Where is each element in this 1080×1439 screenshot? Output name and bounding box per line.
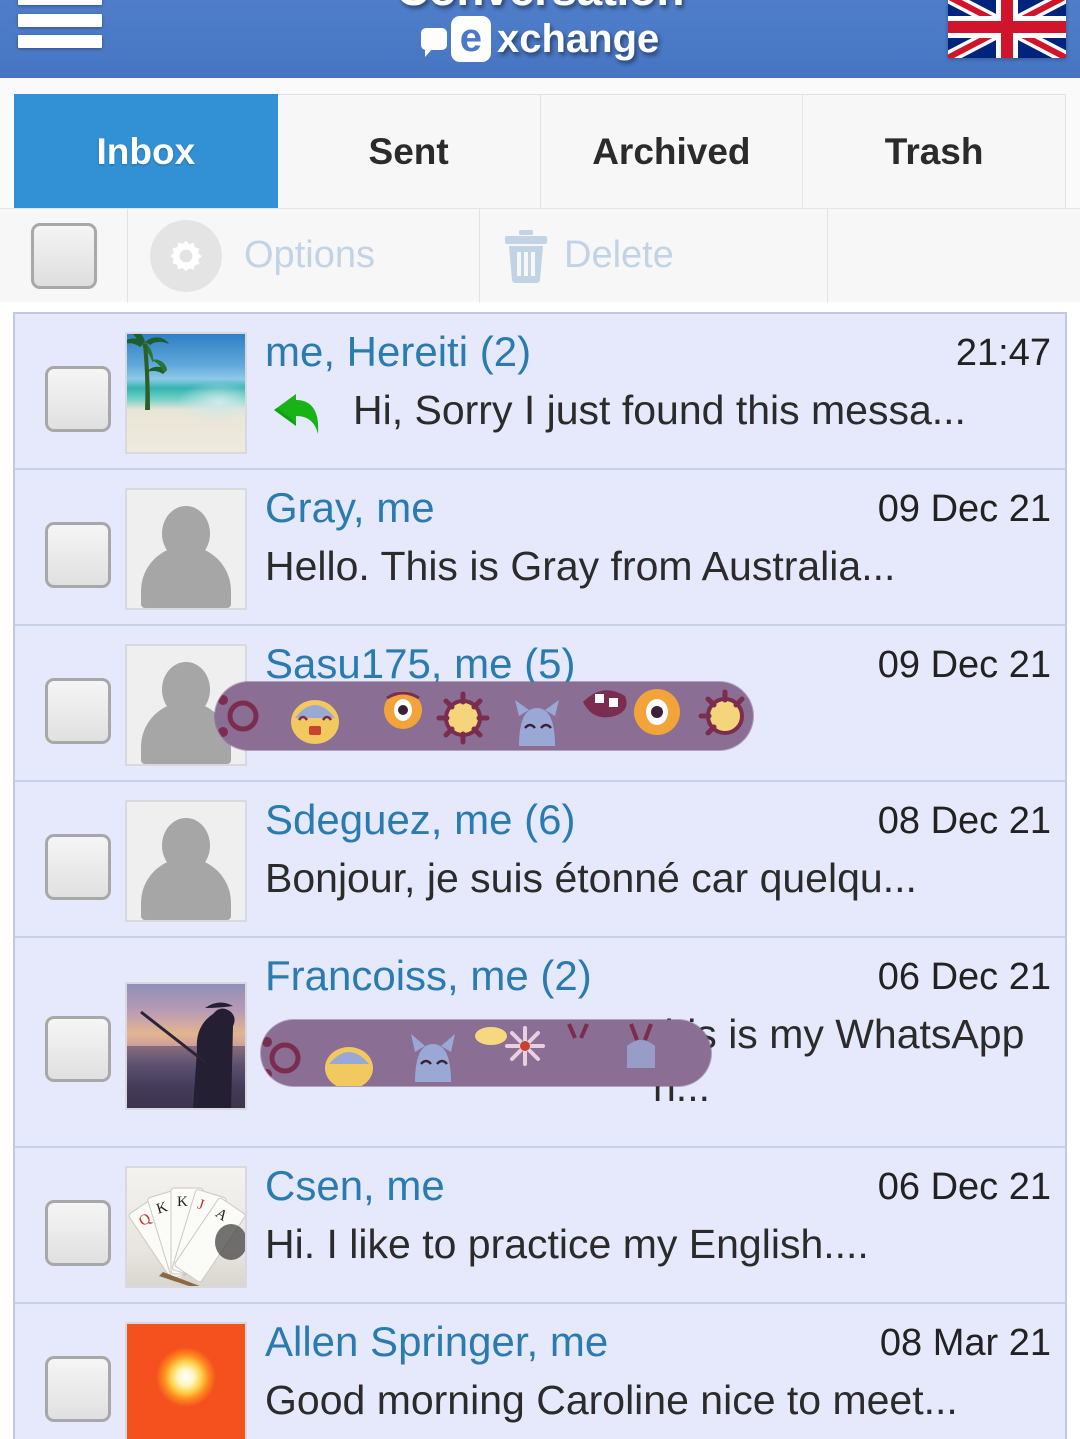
tab-label: Trash — [884, 130, 984, 172]
message-checkbox[interactable] — [45, 522, 111, 588]
tab-label: Archived — [592, 130, 751, 172]
select-all-cell[interactable] — [0, 208, 128, 303]
message-checkbox[interactable] — [45, 366, 111, 432]
preview-text: Good morning Caroline nice to meet... — [265, 1377, 958, 1424]
select-all-checkbox[interactable] — [30, 222, 97, 289]
message-checkbox[interactable] — [45, 834, 111, 900]
app-logo[interactable]: Conversation e xchange — [0, 0, 1080, 62]
message-content: me, Hereiti (2) 21:47 Hi, Sorry I just f… — [247, 328, 1051, 453]
logo-e-badge: e — [450, 16, 491, 62]
message-row[interactable]: Sasu175, me (5) 09 Dec 21 — [15, 626, 1065, 782]
tab-inbox[interactable]: Inbox — [14, 94, 278, 208]
preview-text: Bonjour, je suis étonné car quelqu... — [265, 855, 917, 902]
trash-icon — [502, 229, 550, 283]
sender-names: Sdeguez, me — [265, 796, 513, 843]
logo-title-line1: Conversation — [0, 0, 1080, 12]
message-date: 08 Dec 21 — [877, 800, 1051, 842]
message-content: Allen Springer, me 08 Mar 21 Good mornin… — [247, 1318, 1051, 1427]
preview-text: Hi, Sorry I just found this messa... — [353, 387, 966, 434]
default-person-avatar — [125, 488, 247, 610]
logo-exchange-text: xchange — [496, 17, 660, 61]
message-date: 09 Dec 21 — [877, 644, 1051, 686]
message-sender: Allen Springer, me — [265, 1318, 608, 1366]
message-checkbox[interactable] — [45, 678, 111, 744]
message-content: Csen, me 06 Dec 21 Hi. I like to practic… — [247, 1162, 1051, 1271]
app-header: Conversation e xchange — [0, 0, 1080, 78]
message-row[interactable]: Francoiss, me (2) 06 Dec 21 this is my W… — [15, 938, 1065, 1148]
gear-icon — [150, 219, 222, 292]
sender-names: me, Hereiti — [265, 328, 469, 375]
playing-cards-avatar: Q K K J A — [125, 1166, 247, 1288]
message-sender: Gray, me — [265, 484, 435, 532]
message-count: (6) — [524, 796, 576, 843]
speech-bubble-icon — [420, 28, 447, 57]
default-person-avatar — [125, 800, 247, 922]
redaction-overlay — [215, 682, 753, 750]
svg-text:K: K — [177, 1194, 188, 1210]
message-preview: Hi, Sorry I just found this messa... — [265, 384, 1051, 452]
sun-photo-avatar — [125, 1322, 247, 1439]
reply-arrow-icon — [265, 390, 339, 452]
message-checkbox[interactable] — [45, 1356, 111, 1422]
message-preview: Good morning Caroline nice to meet... — [265, 1374, 1051, 1426]
sender-names: Allen Springer, me — [265, 1318, 609, 1365]
message-preview: Hi. I like to practice my English.... — [265, 1218, 1051, 1270]
logo-title-line2: e xchange — [420, 16, 660, 62]
delete-button[interactable]: Delete — [480, 208, 828, 303]
message-count: (5) — [524, 640, 576, 687]
avatar-body — [141, 858, 231, 920]
flag-cross-red — [948, 21, 1066, 33]
sender-names: Gray, me — [265, 484, 435, 531]
beach-photo-avatar — [125, 332, 247, 454]
avatar-body — [141, 546, 231, 608]
message-row[interactable]: me, Hereiti (2) 21:47 Hi, Sorry I just f… — [15, 314, 1065, 470]
message-date: 06 Dec 21 — [877, 956, 1051, 998]
uk-flag-icon[interactable] — [948, 0, 1066, 58]
message-preview: Hello. This is Gray from Australia... — [265, 540, 1051, 592]
message-content: Sdeguez, me (6) 08 Dec 21 Bonjour, je su… — [247, 796, 1051, 905]
message-content: Gray, me 09 Dec 21 Hello. This is Gray f… — [247, 484, 1051, 593]
options-label: Options — [244, 234, 375, 276]
message-sender: me, Hereiti (2) — [265, 328, 531, 376]
message-row[interactable]: Gray, me 09 Dec 21 Hello. This is Gray f… — [15, 470, 1065, 626]
tab-trash[interactable]: Trash — [803, 94, 1066, 208]
message-date: 09 Dec 21 — [877, 488, 1051, 530]
mailbox-tabs: Inbox Sent Archived Trash — [0, 78, 1080, 208]
message-sender: Francoiss, me (2) — [265, 952, 592, 1000]
message-date: 21:47 — [955, 332, 1051, 374]
message-count: (2) — [479, 328, 532, 375]
preview-text: Hi. I like to practice my English.... — [265, 1221, 869, 1268]
message-row[interactable]: Sdeguez, me (6) 08 Dec 21 Bonjour, je su… — [15, 782, 1065, 938]
message-count: (2) — [540, 952, 592, 999]
message-date: 08 Mar 21 — [879, 1322, 1051, 1364]
sender-names: Sasu175, me — [265, 640, 513, 687]
tab-label: Inbox — [96, 130, 196, 172]
message-row[interactable]: Allen Springer, me 08 Mar 21 Good mornin… — [15, 1304, 1065, 1439]
fisherman-sunset-avatar — [125, 982, 247, 1110]
message-preview: Bonjour, je suis étonné car quelqu... — [265, 852, 1051, 904]
message-checkbox[interactable] — [45, 1016, 111, 1082]
message-list: me, Hereiti (2) 21:47 Hi, Sorry I just f… — [13, 312, 1067, 1439]
list-toolbar: Options Delete — [0, 208, 1080, 303]
options-button[interactable]: Options — [128, 208, 480, 303]
sender-names: Csen, me — [265, 1162, 445, 1209]
tab-archived[interactable]: Archived — [540, 94, 804, 208]
message-row[interactable]: Q K K J A Csen, me 06 Dec 21 Hi. I like … — [15, 1148, 1065, 1304]
message-date: 06 Dec 21 — [877, 1166, 1051, 1208]
preview-text: Hello. This is Gray from Australia... — [265, 543, 896, 590]
sender-names: Francoiss, me — [265, 952, 529, 999]
message-checkbox[interactable] — [45, 1200, 111, 1266]
tab-sent[interactable]: Sent — [277, 94, 541, 208]
message-sender: Csen, me — [265, 1162, 445, 1210]
preview-text: this is my WhatsApp n... — [653, 1011, 1025, 1110]
tab-label: Sent — [368, 130, 449, 172]
delete-label: Delete — [564, 234, 674, 276]
redaction-overlay — [261, 1020, 711, 1086]
message-sender: Sdeguez, me (6) — [265, 796, 576, 844]
